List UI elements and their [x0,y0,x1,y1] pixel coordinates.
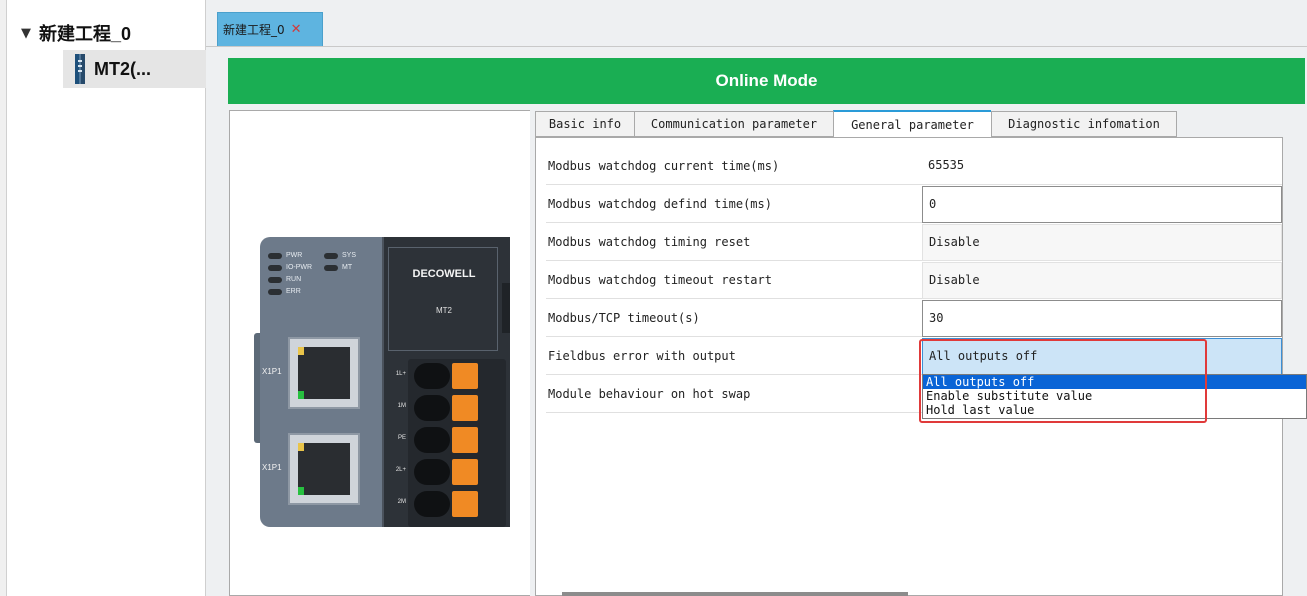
terminal-label: 2M [397,499,406,505]
param-label: Module behaviour on hot swap [546,376,922,413]
param-label: Fieldbus error with output [546,338,922,375]
tab-communication-parameter[interactable]: Communication parameter [634,111,833,137]
parameter-content: Modbus watchdog current time(ms) 65535 M… [535,137,1283,596]
terminal-row: 1L+ [396,361,506,393]
led-label: MT [342,264,353,271]
terminal-row: 2L+ [396,457,506,489]
param-label: Modbus watchdog defind time(ms) [546,186,922,223]
banner-text: Online Mode [715,71,818,90]
led-indicator [268,253,282,259]
terminal-lever [452,427,478,453]
app-window: ▼ 新建工程_0 MT2(... 新建工程_0 ✕ Online Mode PW… [0,0,1307,596]
document-tab[interactable]: 新建工程_0 ✕ [217,12,323,46]
terminal-hole [414,459,450,485]
dropdown-option[interactable]: Enable substitute value [923,389,1306,403]
module-icon [75,54,85,84]
device-image-panel: PWR SYS IO-PWR MT RUN ERR X1P1 X1P1 DECO… [229,110,531,596]
tab-general-parameter[interactable]: General parameter [833,110,991,137]
param-select-open[interactable]: All outputs off [922,338,1282,375]
led-label: ERR [286,288,301,295]
terminal-label: 1M [397,403,406,409]
port-led [298,391,304,399]
ethernet-port [288,433,360,505]
param-select[interactable]: Disable [922,262,1282,299]
device-body: PWR SYS IO-PWR MT RUN ERR X1P1 X1P1 [260,237,398,527]
tree-item-label: MT2(... [94,58,151,79]
device-front: DECOWELL MT2 1L+ 1M PE 2L+ 2M [382,237,510,527]
device-brand: DECOWELL [412,268,476,280]
param-row: Modbus watchdog current time(ms) 65535 [546,148,1282,186]
tab-basic-info[interactable]: Basic info [535,111,634,137]
device-model: MT2 [436,306,452,315]
parameter-panel: Basic info Communication parameter Gener… [530,110,1307,596]
ethernet-port [288,337,360,409]
window-edge [0,0,7,596]
terminal-lever [452,459,478,485]
dropdown-list: All outputs off Enable substitute value … [922,374,1307,419]
led-indicator [268,265,282,271]
led-indicator [324,265,338,271]
param-label: Modbus/TCP timeout(s) [546,300,922,337]
terminal-lever [452,363,478,389]
terminal-label: PE [397,435,406,441]
led-indicator [268,277,282,283]
led-indicator [324,253,338,259]
port-label: X1P1 [262,463,282,472]
terminal-lever [452,395,478,421]
port-led [298,487,304,495]
device-latch [502,283,510,333]
param-row: Modbus watchdog timeout restart Disable [546,262,1282,300]
terminal-row: 2M [398,489,506,521]
tree-root-project[interactable]: ▼ 新建工程_0 [21,20,131,46]
port-label: X1P1 [262,367,282,376]
port-led [298,347,304,355]
param-value-readonly: 65535 [922,148,1282,185]
param-label: Modbus watchdog current time(ms) [546,148,922,185]
led-label: RUN [286,276,302,283]
horizontal-scrollbar[interactable] [562,592,908,596]
param-row: Modbus watchdog timing reset Disable [546,224,1282,262]
online-mode-banner: Online Mode [228,58,1305,104]
param-row: Modbus/TCP timeout(s) 30 [546,300,1282,338]
project-tree: ▼ 新建工程_0 MT2(... [7,0,213,596]
param-row: Fieldbus error with output All outputs o… [546,338,1282,376]
terminal-lever [452,491,478,517]
param-select[interactable]: Disable [922,224,1282,261]
param-row: Modbus watchdog defind time(ms) 0 [546,186,1282,224]
port-led [298,443,304,451]
parameter-tabs: Basic info Communication parameter Gener… [535,110,1177,137]
close-icon[interactable]: ✕ [291,22,302,37]
param-input-field[interactable]: 0 [922,186,1282,223]
port-socket [298,347,350,399]
terminal-hole [414,395,450,421]
param-label: Modbus watchdog timing reset [546,224,922,261]
document-tab-strip: 新建工程_0 ✕ [206,0,1307,47]
led-label: IO-PWR [286,264,313,271]
terminal-label: 1L+ [395,371,406,377]
main-area: Online Mode PWR SYS IO-PWR MT RUN ERR X1… [206,47,1307,596]
port-socket [298,443,350,495]
terminal-row: PE [398,425,506,457]
tab-diagnostic-information[interactable]: Diagnostic infomation [991,111,1177,137]
param-input-field[interactable]: 30 [922,300,1282,337]
led-label: PWR [286,252,303,259]
tree-root-label: 新建工程_0 [39,24,132,44]
tree-item-mt2[interactable]: MT2(... [63,50,213,88]
dropdown-option[interactable]: All outputs off [923,375,1306,389]
led-indicator [268,289,282,295]
document-tab-label: 新建工程_0 [223,23,285,37]
terminal-hole [414,427,450,453]
device-nameplate: DECOWELL MT2 [388,247,498,351]
expand-arrow-icon[interactable]: ▼ [21,26,31,41]
device-illustration: PWR SYS IO-PWR MT RUN ERR X1P1 X1P1 DECO… [254,237,510,527]
terminal-block: 1L+ 1M PE 2L+ 2M [396,359,506,527]
led-label: SYS [342,252,357,259]
terminal-hole [414,491,450,517]
param-label: Modbus watchdog timeout restart [546,262,922,299]
terminal-row: 1M [398,393,506,425]
terminal-label: 2L+ [395,467,406,473]
dropdown-option[interactable]: Hold last value [923,403,1306,417]
terminal-hole [414,363,450,389]
